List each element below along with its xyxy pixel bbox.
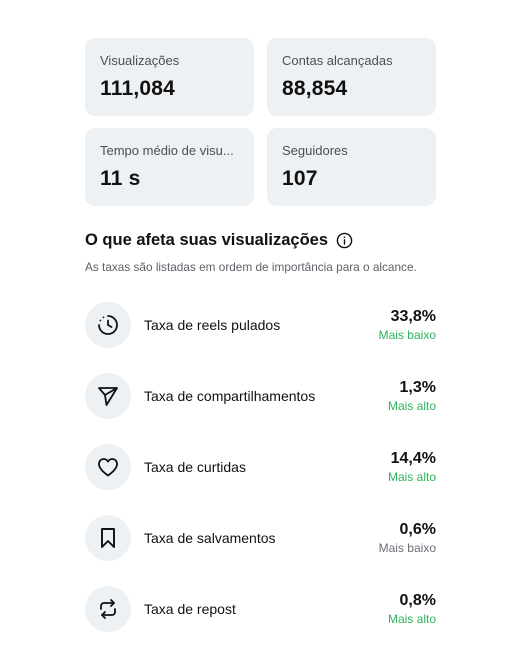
share-icon [85,372,131,419]
heart-icon [85,443,131,490]
metric-label: Taxa de compartilhamentos [144,387,316,404]
metric-value: 0,6% [399,520,436,538]
metric-value: 1,3% [399,378,436,396]
metric-values: 0,6% Mais baixo [379,521,436,555]
stat-value: 11 s [100,167,141,190]
metric-value: 33,8% [390,307,436,325]
metric-row-like-rate[interactable]: Taxa de curtidas 14,4% Mais alto [85,431,436,502]
metric-values: 33,8% Mais baixo [379,308,436,342]
stat-value: 107 [282,167,318,190]
section-subtitle: As taxas são listadas em ordem de import… [85,260,417,274]
stat-value: 88,854 [282,77,348,100]
metric-label: Taxa de salvamentos [144,529,276,546]
metric-label: Taxa de reels pulados [144,316,281,333]
info-icon[interactable] [336,232,353,249]
metric-comparison: Mais alto [387,398,436,413]
metric-values: 14,4% Mais alto [388,450,436,484]
stat-card-views[interactable]: Visualizações 111,084 [85,38,254,116]
metric-comparison: Mais alto [387,469,436,484]
metric-value: 14,4% [390,449,436,467]
stats-grid: Visualizações 111,084 Contas alcançadas … [85,38,436,206]
stat-value: 111,084 [100,77,175,100]
stat-label: Seguidores [282,143,348,158]
metric-value: 0,8% [399,591,436,609]
section-title-row: O que afeta suas visualizações [85,228,445,252]
bookmark-icon [85,514,131,561]
stat-card-avg-watch-time[interactable]: Tempo médio de visu... 11 s [85,128,254,206]
stat-label: Tempo médio de visu... [100,143,234,158]
metric-label: Taxa de curtidas [144,458,246,475]
metric-row-share-rate[interactable]: Taxa de compartilhamentos 1,3% Mais alto [85,360,436,431]
views-factors-section: O que afeta suas visualizações As taxas … [85,228,445,275]
stat-label: Contas alcançadas [282,53,393,68]
section-title: O que afeta suas visualizações [85,230,329,249]
metric-comparison: Mais baixo [378,540,436,555]
metric-label: Taxa de repost [144,600,236,617]
metric-row-save-rate[interactable]: Taxa de salvamentos 0,6% Mais baixo [85,502,436,573]
metric-comparison: Mais baixo [378,327,436,342]
skip-timer-icon [85,301,131,348]
stat-label: Visualizações [100,53,180,68]
metric-row-repost-rate[interactable]: Taxa de repost 0,8% Mais alto [85,573,436,644]
repost-icon [85,585,131,632]
metrics-list: Taxa de reels pulados 33,8% Mais baixo T… [85,289,436,644]
metric-comparison: Mais alto [387,611,436,626]
stat-card-accounts-reached[interactable]: Contas alcançadas 88,854 [267,38,436,116]
metric-row-skip-rate[interactable]: Taxa de reels pulados 33,8% Mais baixo [85,289,436,360]
metric-values: 0,8% Mais alto [388,592,436,626]
stat-card-followers[interactable]: Seguidores 107 [267,128,436,206]
metric-values: 1,3% Mais alto [388,379,436,413]
